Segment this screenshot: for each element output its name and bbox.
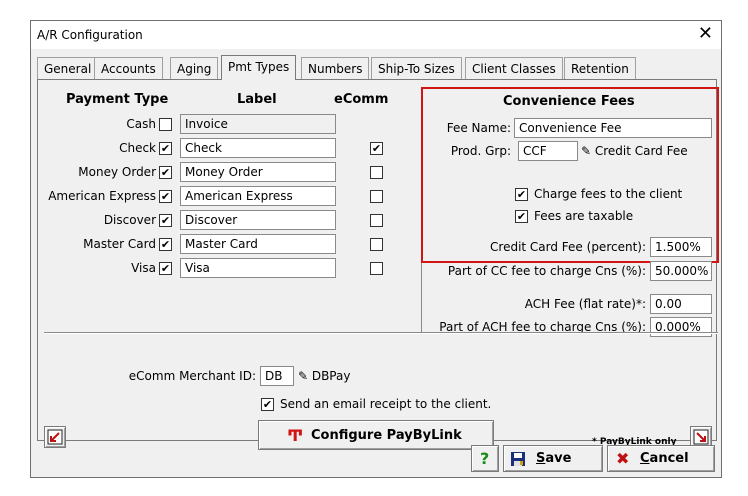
tab-pmt-types[interactable]: Pmt Types xyxy=(221,55,297,80)
tab-retention[interactable]: Retention xyxy=(564,57,636,79)
ecomm-checkbox-visa[interactable] xyxy=(370,262,383,275)
charge-fees-checkbox[interactable]: ✔ xyxy=(515,188,528,201)
payment-type-name-money-order: Money Order xyxy=(78,165,156,179)
cc-fee-label: Credit Card Fee (percent): xyxy=(490,240,646,254)
action-bar: ? Save ✖ Cancel xyxy=(31,441,721,477)
window-title: A/R Configuration xyxy=(37,28,143,42)
taxable-label: Fees are taxable xyxy=(534,209,634,223)
cc-part-label: Part of CC fee to charge Cns (%): xyxy=(447,264,646,278)
tab-aging[interactable]: Aging xyxy=(170,57,219,79)
payment-type-name-cash: Cash xyxy=(126,117,156,131)
prod-grp-description: Credit Card Fee xyxy=(594,144,688,158)
label-header: Label xyxy=(237,92,277,107)
payment-type-label-input-check[interactable]: Check xyxy=(180,138,336,158)
payment-type-name-master-card: Master Card xyxy=(83,237,156,251)
charge-fees-label: Charge fees to the client xyxy=(534,187,683,201)
payment-type-label-input-money-order[interactable]: Money Order xyxy=(180,162,336,182)
payment-type-name-discover: Discover xyxy=(103,213,156,227)
fee-name-input[interactable]: Convenience Fee xyxy=(514,118,712,138)
merchant-id-input[interactable]: DB xyxy=(260,366,294,386)
ach-fee-label: ACH Fee (flat rate)*: xyxy=(524,297,646,311)
payment-type-name-check: Check xyxy=(119,141,156,155)
ecomm-header: eComm xyxy=(334,92,389,107)
payment-type-label-input-master-card[interactable]: Master Card xyxy=(180,234,336,254)
taxable-checkbox[interactable]: ✔ xyxy=(515,210,528,223)
ar-configuration-window: A/R Configuration ✕ General Accounts Agi… xyxy=(30,20,722,478)
help-button[interactable]: ? xyxy=(471,445,499,472)
ecomm-checkbox-check[interactable]: ✔ xyxy=(370,142,383,155)
tab-general[interactable]: General xyxy=(37,57,99,79)
payment-type-enabled-checkbox-american-express[interactable]: ✔ xyxy=(159,190,172,203)
prod-grp-lookup[interactable]: ✎ Credit Card Fee xyxy=(581,144,688,158)
merchant-lookup[interactable]: ✎ DBPay xyxy=(298,369,350,383)
payment-type-enabled-checkbox-visa[interactable]: ✔ xyxy=(159,262,172,275)
horizontal-divider xyxy=(44,332,718,334)
payment-type-name-visa: Visa xyxy=(131,261,156,275)
close-icon[interactable]: ✕ xyxy=(698,24,713,44)
payment-type-label-input-visa[interactable]: Visa xyxy=(180,258,336,278)
cancel-button[interactable]: ✖ Cancel xyxy=(607,445,715,472)
merchant-description: DBPay xyxy=(311,369,351,383)
convenience-fees-title: Convenience Fees xyxy=(503,94,635,109)
merchant-id-label: eComm Merchant ID: xyxy=(128,369,256,383)
ach-fee-input[interactable]: 0.00 xyxy=(650,294,712,314)
save-button[interactable]: Save xyxy=(503,445,603,472)
payment-type-enabled-checkbox-discover[interactable]: ✔ xyxy=(159,214,172,227)
help-icon: ? xyxy=(480,449,490,468)
payment-type-enabled-checkbox-master-card[interactable]: ✔ xyxy=(159,238,172,251)
cc-part-input[interactable]: 50.000% xyxy=(650,261,712,281)
ecomm-checkbox-money-order[interactable] xyxy=(370,166,383,179)
tab-client-classes[interactable]: Client Classes xyxy=(465,57,563,79)
tab-ship-to-sizes[interactable]: Ship-To Sizes xyxy=(371,57,462,79)
payment-type-label-input-discover[interactable]: Discover xyxy=(180,210,336,230)
fee-name-label: Fee Name: xyxy=(446,121,511,135)
pencil-icon: ✎ xyxy=(581,144,592,158)
pmt-types-panel: Payment Type Label eComm Cash Invoice Chec… xyxy=(37,79,719,450)
payment-type-enabled-checkbox-money-order[interactable]: ✔ xyxy=(159,166,172,179)
payment-type-label-input-american-express[interactable]: American Express xyxy=(180,186,336,206)
payment-type-name-american-express: American Express xyxy=(48,189,156,203)
payment-type-enabled-checkbox-check[interactable]: ✔ xyxy=(159,142,172,155)
save-label: Save xyxy=(536,451,572,466)
email-receipt-checkbox[interactable]: ✔ xyxy=(261,398,274,411)
prod-grp-input[interactable]: CCF xyxy=(518,141,578,161)
title-bar: A/R Configuration ✕ xyxy=(31,21,721,49)
ecomm-checkbox-master-card[interactable] xyxy=(370,238,383,251)
prod-grp-label: Prod. Grp: xyxy=(450,144,511,158)
tab-numbers[interactable]: Numbers xyxy=(301,57,370,79)
ecomm-checkbox-discover[interactable] xyxy=(370,214,383,227)
cancel-label: Cancel xyxy=(640,451,689,466)
pencil-icon: ✎ xyxy=(298,369,309,383)
cancel-x-icon: ✖ xyxy=(616,449,630,468)
payment-type-enabled-checkbox-cash[interactable] xyxy=(159,118,172,131)
payment-type-header: Payment Type xyxy=(66,92,169,107)
ach-part-input[interactable]: 0.000% xyxy=(650,317,712,337)
tab-accounts[interactable]: Accounts xyxy=(94,57,163,79)
floppy-disk-icon xyxy=(511,452,525,466)
cc-fee-input[interactable]: 1.500% xyxy=(650,237,712,257)
payment-type-label-input-cash[interactable]: Invoice xyxy=(180,114,336,134)
email-receipt-label: Send an email receipt to the client. xyxy=(280,397,492,411)
ecomm-checkbox-american-express[interactable] xyxy=(370,190,383,203)
